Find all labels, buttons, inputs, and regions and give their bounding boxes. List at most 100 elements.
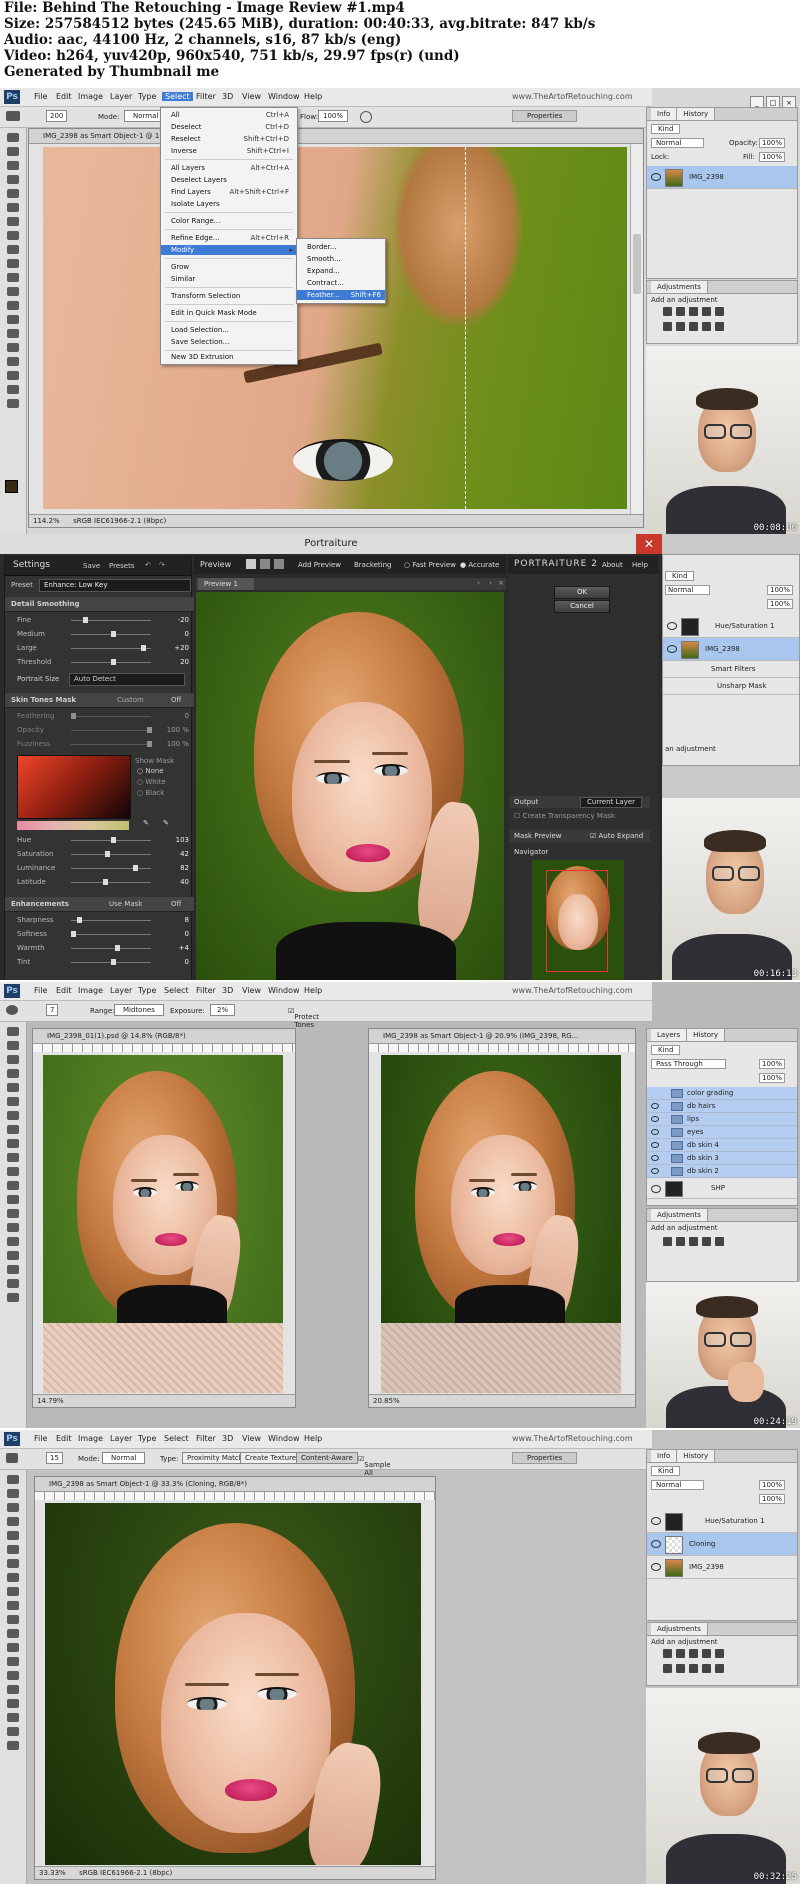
- zoom-level[interactable]: 114.2%: [33, 517, 60, 525]
- menu-item-quick-mask[interactable]: Edit in Quick Mask Mode: [171, 308, 289, 318]
- visibility-eye-icon[interactable]: [667, 622, 677, 630]
- submenu-item-contract[interactable]: Contract...: [307, 278, 377, 288]
- path-select-tool-icon[interactable]: [7, 1699, 19, 1708]
- move-tool-icon[interactable]: [7, 1027, 19, 1036]
- brightness-icon[interactable]: [663, 1237, 672, 1246]
- tab-info[interactable]: Info: [651, 1450, 678, 1462]
- exposure-icon[interactable]: [702, 1649, 711, 1658]
- menu-item-modify[interactable]: Modify ▸: [161, 245, 297, 255]
- properties-tab[interactable]: Properties: [512, 110, 578, 122]
- save-button[interactable]: Save: [83, 562, 100, 570]
- zoom-tool-icon[interactable]: [7, 399, 19, 408]
- history-brush-tool-icon[interactable]: [7, 1153, 19, 1162]
- visibility-eye-icon[interactable]: [651, 1129, 659, 1135]
- path-select-tool-icon[interactable]: [7, 1251, 19, 1260]
- menu-edit[interactable]: Edit: [56, 986, 72, 995]
- vibrance-icon[interactable]: [715, 307, 724, 316]
- menu-item-all-layers[interactable]: All Layers Alt+Ctrl+A: [171, 163, 289, 173]
- levels-icon[interactable]: [676, 307, 685, 316]
- redo-icon[interactable]: ↷: [159, 561, 165, 569]
- menu-type[interactable]: Type: [138, 1434, 156, 1443]
- menu-item-similar[interactable]: Similar: [171, 274, 289, 284]
- photo-filter-icon[interactable]: [702, 322, 711, 331]
- menu-3d[interactable]: 3D: [222, 92, 233, 101]
- menu-image[interactable]: Image: [78, 92, 103, 101]
- eraser-tool-icon[interactable]: [7, 1167, 19, 1176]
- layer-kind-filter[interactable]: Kind: [651, 124, 681, 134]
- undo-icon[interactable]: ↶: [145, 561, 151, 569]
- skin-color-picker[interactable]: [17, 755, 131, 819]
- show-mask-none[interactable]: ○ None: [137, 767, 164, 775]
- layer-kind-filter[interactable]: Kind: [665, 571, 695, 581]
- brush-size-field[interactable]: 200: [46, 110, 68, 122]
- opacity-field[interactable]: 100%: [767, 585, 794, 595]
- document-tab[interactable]: IMG_2398 as Smart Object-1 @ 11...: [29, 129, 643, 144]
- layer-row[interactable]: IMG_2398: [663, 638, 799, 661]
- opacity-field[interactable]: 100%: [759, 138, 786, 148]
- layer-row[interactable]: Hue/Saturation 1: [663, 615, 799, 638]
- menu-help[interactable]: Help: [304, 986, 322, 995]
- visibility-eye-icon[interactable]: [651, 173, 661, 181]
- brush-tool-icon[interactable]: [7, 231, 19, 240]
- bracketing-button[interactable]: Bracketing: [354, 561, 392, 569]
- menu-select[interactable]: Select: [164, 986, 189, 995]
- layer-group[interactable]: eyes: [647, 1126, 797, 1139]
- split-view-icon[interactable]: [260, 559, 270, 569]
- type-tool-icon[interactable]: [7, 343, 19, 352]
- exposure-icon[interactable]: [702, 1237, 711, 1246]
- shape-tool-icon[interactable]: [7, 1265, 19, 1274]
- layer-group[interactable]: db skin 2: [647, 1165, 797, 1178]
- slider-opacity[interactable]: Opacity 100 %: [13, 725, 189, 735]
- menu-file[interactable]: File: [34, 92, 47, 101]
- marquee-tool-icon[interactable]: [7, 147, 19, 156]
- visibility-eye-icon[interactable]: [651, 1103, 659, 1109]
- clone-stamp-tool-icon[interactable]: [7, 245, 19, 254]
- move-tool-icon[interactable]: [7, 1475, 19, 1484]
- blend-mode-select[interactable]: Normal: [651, 1480, 705, 1490]
- slider-latitude[interactable]: Latitude 40: [13, 877, 189, 887]
- properties-tab[interactable]: Properties: [512, 1452, 578, 1464]
- spot-healing-tool-icon[interactable]: [6, 1453, 18, 1463]
- hue-sat-icon[interactable]: [663, 1664, 672, 1673]
- slider-feathering[interactable]: Feathering 0: [13, 711, 189, 721]
- menu-type[interactable]: Type: [138, 986, 156, 995]
- brightness-icon[interactable]: [663, 307, 672, 316]
- enhancements-header[interactable]: Enhancements Use Mask Off: [5, 897, 197, 912]
- layer-group[interactable]: lips: [647, 1113, 797, 1126]
- ok-button[interactable]: OK: [554, 586, 610, 599]
- single-view-icon[interactable]: [246, 559, 256, 569]
- help-button[interactable]: Help: [632, 561, 648, 569]
- menu-item-load-selection[interactable]: Load Selection...: [171, 325, 289, 335]
- channel-mixer-icon[interactable]: [715, 322, 724, 331]
- menu-item-refine-edge[interactable]: Refine Edge... Alt+Ctrl+R: [171, 233, 289, 243]
- pen-tool-icon[interactable]: [7, 1671, 19, 1680]
- add-preview-button[interactable]: Add Preview: [298, 561, 341, 569]
- history-brush-tool-icon[interactable]: [7, 259, 19, 268]
- eraser-tool-icon[interactable]: [7, 1615, 19, 1624]
- menu-layer[interactable]: Layer: [110, 92, 132, 101]
- zoom-level[interactable]: 14.79%: [37, 1397, 64, 1405]
- menu-item-new-3d-extrusion[interactable]: New 3D Extrusion: [171, 352, 289, 362]
- skin-tones-mask-header[interactable]: Skin Tones Mask Custom Off: [5, 693, 197, 708]
- hue-strip[interactable]: [17, 821, 129, 830]
- levels-icon[interactable]: [676, 1237, 685, 1246]
- document-tab[interactable]: IMG_2398 as Smart Object-1 @ 33.3% (Clon…: [35, 1477, 435, 1492]
- menu-window[interactable]: Window: [268, 986, 300, 995]
- menu-help[interactable]: Help: [304, 1434, 322, 1443]
- slider-hue[interactable]: Hue 103: [13, 835, 189, 845]
- healing-tool-icon[interactable]: [7, 1559, 19, 1568]
- slider-threshold[interactable]: Threshold 20: [13, 657, 189, 667]
- menu-item-transform-selection[interactable]: Transform Selection: [171, 291, 289, 301]
- menu-type[interactable]: Type: [138, 92, 156, 101]
- curves-icon[interactable]: [689, 1649, 698, 1658]
- brush-tool-icon[interactable]: [7, 1125, 19, 1134]
- tab-history[interactable]: History: [677, 1450, 716, 1462]
- menu-file[interactable]: File: [34, 1434, 47, 1443]
- dodge-tool-icon[interactable]: [7, 315, 19, 324]
- visibility-eye-icon[interactable]: [651, 1185, 661, 1193]
- crop-tool-icon[interactable]: [7, 1531, 19, 1540]
- menu-3d[interactable]: 3D: [222, 1434, 233, 1443]
- quick-select-tool-icon[interactable]: [7, 1517, 19, 1526]
- menu-filter[interactable]: Filter: [196, 1434, 216, 1443]
- menu-edit[interactable]: Edit: [56, 1434, 72, 1443]
